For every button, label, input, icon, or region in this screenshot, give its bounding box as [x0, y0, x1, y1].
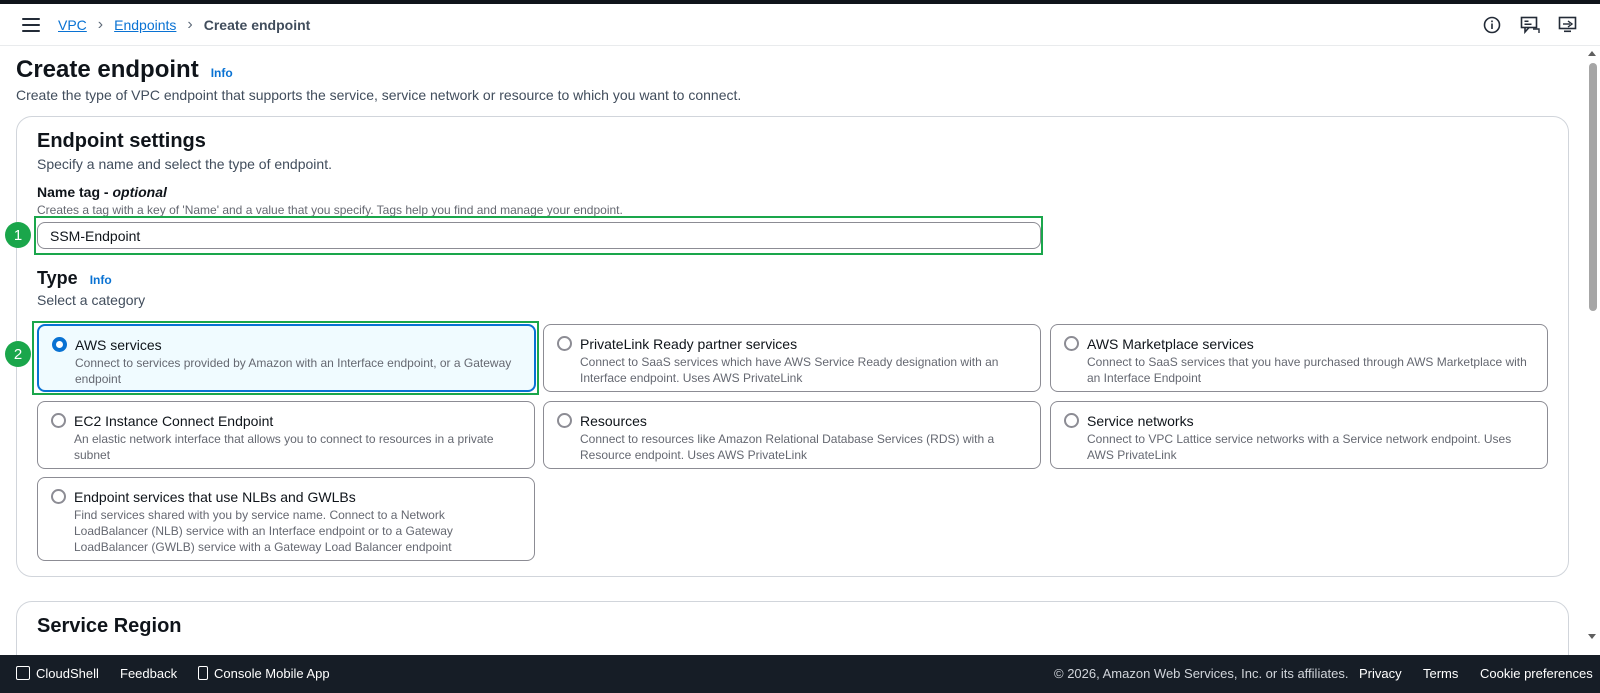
- radio-selected[interactable]: [52, 337, 67, 352]
- scroll-thumb[interactable]: [1589, 63, 1597, 311]
- type-option-ec2-instance-connect[interactable]: EC2 Instance Connect Endpoint An elastic…: [37, 401, 535, 469]
- name-tag-description: Creates a tag with a key of 'Name' and a…: [37, 203, 623, 217]
- scroll-down-arrow-icon[interactable]: [1588, 634, 1596, 639]
- endpoint-settings-description: Specify a name and select the type of en…: [37, 156, 332, 172]
- cookie-preferences-link[interactable]: Cookie preferences: [1480, 666, 1593, 681]
- radio-unselected[interactable]: [557, 336, 572, 351]
- main-content: Create endpoint Info Create the type of …: [0, 47, 1585, 655]
- type-option-title: AWS services: [75, 337, 162, 353]
- type-option-description: Connect to SaaS services that you have p…: [1087, 355, 1527, 385]
- type-option-description: An elastic network interface that allows…: [74, 432, 494, 462]
- type-option-endpoint-services-nlb-gwlb[interactable]: Endpoint services that use NLBs and GWLB…: [37, 477, 535, 561]
- annotation-step-badge-2: 2: [5, 341, 31, 367]
- cloudshell-icon: [16, 666, 30, 680]
- type-header: Type Info: [37, 268, 112, 289]
- type-option-resources[interactable]: Resources Connect to resources like Amaz…: [543, 401, 1041, 469]
- chevron-right-icon: ›: [97, 16, 104, 33]
- radio-unselected[interactable]: [557, 413, 572, 428]
- service-region-title: Service Region: [37, 615, 182, 637]
- page-title: Create endpoint: [16, 56, 199, 83]
- feedback-link[interactable]: Feedback: [120, 666, 177, 681]
- radio-unselected[interactable]: [1064, 413, 1079, 428]
- radio-unselected[interactable]: [1064, 336, 1079, 351]
- privacy-link[interactable]: Privacy: [1359, 666, 1402, 681]
- cloudshell-link[interactable]: CloudShell: [16, 666, 99, 681]
- info-circle-icon[interactable]: [1482, 15, 1502, 35]
- type-option-privatelink-partner[interactable]: PrivateLink Ready partner services Conne…: [543, 324, 1041, 392]
- radio-unselected[interactable]: [51, 413, 66, 428]
- scroll-up-arrow-icon[interactable]: [1588, 51, 1596, 56]
- breadcrumb-endpoints[interactable]: Endpoints: [114, 17, 176, 33]
- feedback-icon[interactable]: [1520, 15, 1540, 35]
- vertical-scrollbar[interactable]: [1585, 47, 1600, 655]
- type-option-description: Connect to services provided by Amazon w…: [75, 356, 512, 386]
- top-right-icons: [1482, 15, 1578, 35]
- footer-bar: CloudShell Feedback Console Mobile App ©…: [0, 655, 1600, 693]
- radio-unselected[interactable]: [51, 489, 66, 504]
- breadcrumb-vpc[interactable]: VPC: [58, 17, 87, 33]
- copyright-text: © 2026, Amazon Web Services, Inc. or its…: [1054, 666, 1349, 681]
- type-option-title: Resources: [580, 413, 647, 429]
- type-option-description: Find services shared with you by service…: [74, 508, 453, 554]
- type-option-description: Connect to VPC Lattice service networks …: [1087, 432, 1512, 462]
- type-option-title: Service networks: [1087, 413, 1194, 429]
- annotation-step-badge-1: 1: [5, 222, 31, 248]
- type-option-description: Connect to resources like Amazon Relatio…: [580, 432, 995, 462]
- page-info-link[interactable]: Info: [211, 66, 233, 80]
- top-navigation-bar: VPC › Endpoints › Create endpoint: [0, 4, 1600, 46]
- type-description: Select a category: [37, 292, 146, 308]
- breadcrumb: VPC › Endpoints › Create endpoint: [58, 16, 311, 34]
- chevron-right-icon: ›: [187, 16, 193, 33]
- endpoint-settings-title: Endpoint settings: [37, 130, 206, 152]
- type-option-description: Connect to SaaS services which have AWS …: [580, 355, 999, 385]
- name-tag-label: Name tag - optional: [37, 184, 167, 200]
- terms-link[interactable]: Terms: [1423, 666, 1458, 681]
- breadcrumb-current: Create endpoint: [203, 17, 311, 33]
- type-info-link[interactable]: Info: [90, 273, 112, 287]
- hamburger-icon[interactable]: [22, 18, 40, 32]
- optional-label: optional: [112, 184, 167, 200]
- type-title: Type: [37, 268, 78, 288]
- console-mobile-app-link[interactable]: Console Mobile App: [198, 666, 330, 681]
- screen-icon[interactable]: [1558, 15, 1578, 35]
- type-option-title: PrivateLink Ready partner services: [580, 336, 798, 352]
- type-option-aws-services[interactable]: AWS services Connect to services provide…: [37, 324, 536, 392]
- type-option-aws-marketplace[interactable]: AWS Marketplace services Connect to SaaS…: [1050, 324, 1548, 392]
- type-option-title: AWS Marketplace services: [1087, 336, 1254, 352]
- type-option-title: Endpoint services that use NLBs and GWLB…: [74, 489, 356, 505]
- page-header: Create endpoint Info: [16, 56, 233, 84]
- mobile-phone-icon: [198, 666, 208, 680]
- page-description: Create the type of VPC endpoint that sup…: [16, 87, 742, 103]
- type-option-service-networks[interactable]: Service networks Connect to VPC Lattice …: [1050, 401, 1548, 469]
- name-tag-input[interactable]: [37, 222, 1041, 249]
- type-option-title: EC2 Instance Connect Endpoint: [74, 413, 274, 429]
- service-region-panel: [16, 601, 1569, 655]
